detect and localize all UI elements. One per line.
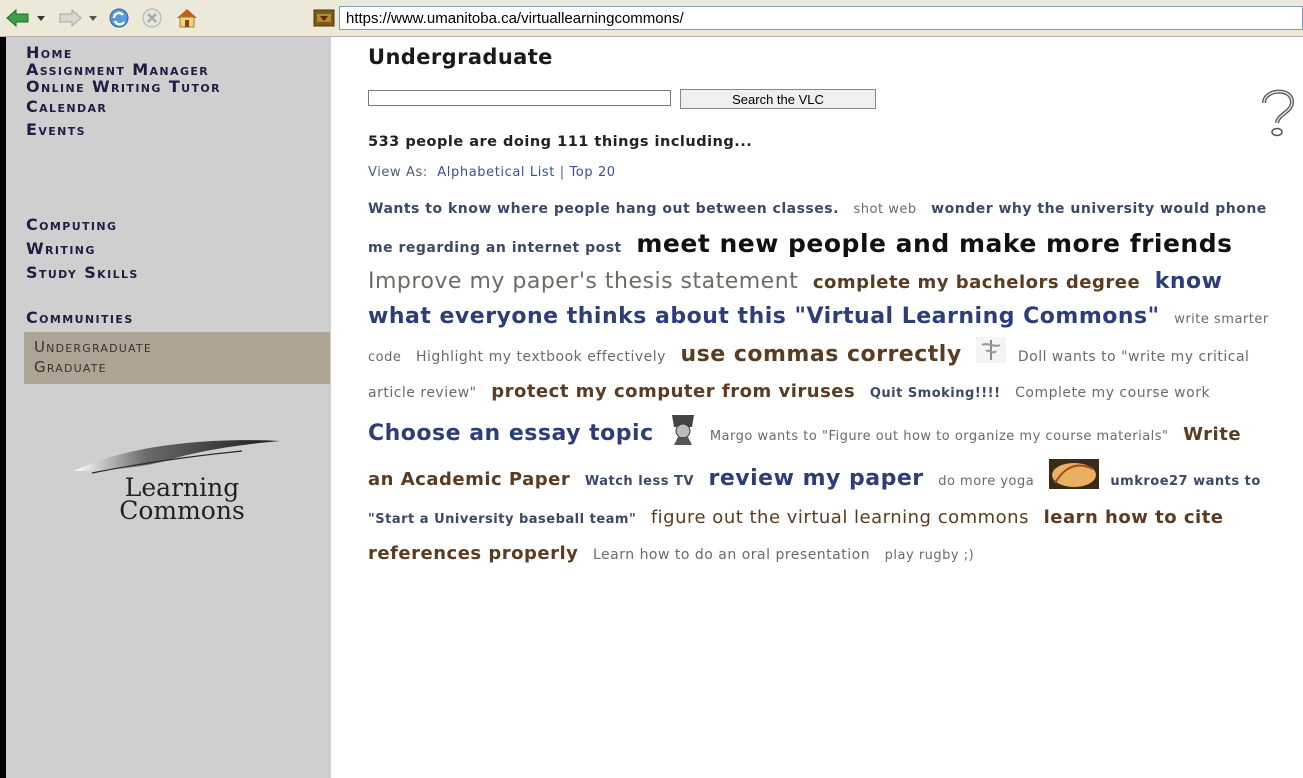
nav-study-skills[interactable]: Study Skills [26,265,139,281]
forward-dropdown[interactable] [88,4,98,32]
tag-link[interactable]: figure out the virtual learning commons [651,507,1029,528]
tag-link[interactable]: Learn how to do an oral presentation [593,547,870,563]
activity-summary: 533 people are doing 111 things includin… [368,134,753,150]
stop-button[interactable] [140,4,164,32]
nav-home[interactable]: Home [26,45,326,61]
baseball-avatar-icon [1048,459,1099,489]
forward-button[interactable] [56,4,84,32]
address-url: https://www.umanitoba.ca/virtuallearning… [346,9,684,27]
sidebar: Home Assignment Manager Online Writing T… [6,37,331,778]
home-icon [177,9,197,28]
browser-toolbar: https://www.umanitoba.ca/virtuallearning… [0,0,1303,37]
user-avatar[interactable] [976,337,1007,375]
nav-calendar[interactable]: Calendar [26,99,326,115]
stop-icon [142,8,162,28]
tag-link[interactable]: Improve my paper's thesis statement [368,269,798,294]
address-bar[interactable]: https://www.umanitoba.ca/virtuallearning… [339,6,1303,30]
back-button[interactable] [4,4,32,32]
tag-link[interactable]: meet new people and make more friends [636,229,1232,258]
back-arrow-icon [6,8,29,28]
home-button[interactable] [174,4,200,32]
secondary-nav: Computing Writing Study Skills [26,217,139,282]
back-dropdown[interactable] [36,4,46,32]
address-bar-container: https://www.umanitoba.ca/virtuallearning… [313,6,1303,30]
search-input[interactable] [368,90,671,106]
tag-link[interactable]: Quit Smoking!!!! [870,386,1001,401]
communities-heading: Communities [26,308,134,327]
community-graduate[interactable]: Graduate [34,357,330,377]
communities-heading-wrap: Communities [26,310,134,327]
search-button[interactable]: Search the VLC [680,89,876,109]
nav-assignment-manager[interactable]: Assignment Manager [26,62,226,78]
chevron-down-icon [37,16,45,21]
caduceus-icon [976,337,1007,363]
site-favicon-icon [313,8,335,28]
refresh-button[interactable] [106,4,132,32]
tag-link[interactable]: complete my bachelors degree [813,272,1140,293]
user-avatar[interactable] [1048,459,1099,501]
tag-link[interactable]: do more yoga [938,474,1034,489]
tag-link[interactable]: Choose an essay topic [368,421,654,446]
view-as-bar: View As: Alphabetical List | Top 20 [368,165,616,180]
tag-link[interactable]: Margo wants to "Figure out how to organi… [710,429,1169,444]
tag-link[interactable]: Highlight my textbook effectively [416,349,666,365]
view-separator: | [559,165,565,180]
tag-link[interactable]: use commas correctly [681,342,962,367]
communities-box: Undergraduate Graduate [24,332,330,384]
tag-link[interactable]: play rugby ;) [885,548,975,563]
help-question-icon[interactable] [1256,85,1300,145]
view-top20-link[interactable]: Top 20 [569,165,615,180]
learning-commons-logo: Learning Commons [62,417,302,547]
nav-online-writing-tutor[interactable]: Online Writing Tutor [26,79,286,95]
forward-arrow-icon [59,8,82,28]
chevron-down-icon [89,16,97,21]
tag-link[interactable]: shot web [854,202,917,217]
refresh-icon [109,8,129,28]
tag-link[interactable]: Wants to know where people hang out betw… [368,201,839,217]
nav-events[interactable]: Events [26,122,326,138]
view-alphabetical-link[interactable]: Alphabetical List [437,165,555,180]
nav-writing[interactable]: Writing [26,241,139,257]
page-title: Undergraduate [368,45,553,69]
user-avatar[interactable] [668,411,699,459]
view-as-label: View As: [368,165,428,180]
portrait-avatar-icon [668,411,699,447]
community-undergraduate[interactable]: Undergraduate [34,337,330,357]
goal-tag-cloud: Wants to know where people hang out betw… [368,191,1273,573]
nav-computing[interactable]: Computing [26,217,139,233]
tag-link[interactable]: protect my computer from viruses [491,381,855,402]
tag-link[interactable]: Watch less TV [585,474,694,489]
logo-text-line2: Commons [119,496,245,525]
tag-link[interactable]: review my paper [709,466,924,491]
tag-link[interactable]: Complete my course work [1015,385,1210,401]
primary-nav: Home Assignment Manager Online Writing T… [26,45,326,139]
